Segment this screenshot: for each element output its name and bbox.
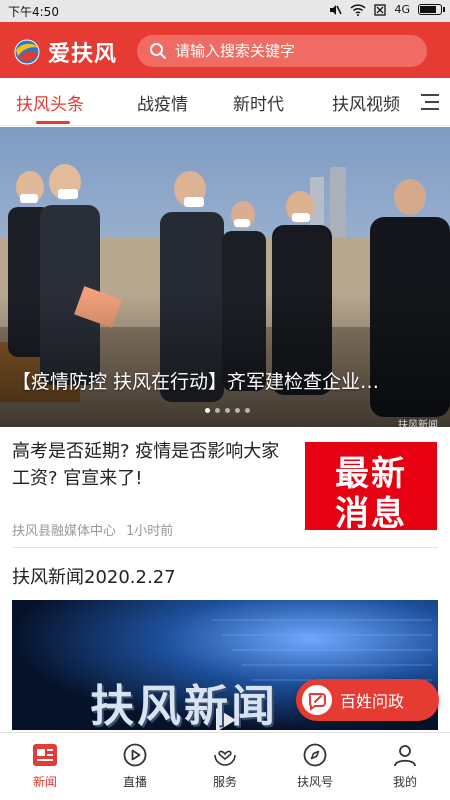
- menu-icon[interactable]: [410, 78, 450, 125]
- carousel-dots: [205, 408, 250, 413]
- app-logo[interactable]: 爱扶风: [12, 36, 117, 68]
- news-source: 扶风县融媒体中心: [12, 524, 117, 539]
- banner-watermark: 扶风新闻: [398, 420, 438, 427]
- nav-label: 我的: [392, 775, 417, 789]
- category-tabs: 扶风头条 战疫情 新时代 扶风视频: [0, 78, 450, 126]
- status-bar: 下午4:50 4G: [0, 0, 450, 22]
- carousel-dot[interactable]: [225, 408, 230, 413]
- nav-label: 扶风号: [296, 775, 333, 789]
- app-header: 爱扶风: [0, 22, 450, 78]
- thumb-text-line-2: 消息: [335, 494, 407, 534]
- status-icons: 4G: [328, 3, 445, 16]
- citizen-inquiry-button[interactable]: 百姓问政: [296, 679, 439, 721]
- edit-bubble-icon: [302, 685, 332, 715]
- person-icon: [394, 745, 416, 767]
- mute-icon: [330, 4, 343, 15]
- tab-fight-epidemic[interactable]: 战疫情: [137, 90, 188, 115]
- banner-caption: 【疫情防控 扶风在行动】齐军建检查企业…: [12, 371, 380, 393]
- network-type: 4G: [394, 3, 410, 16]
- tab-fufeng-headlines[interactable]: 扶风头条: [16, 90, 84, 115]
- news-time: 1小时前: [126, 524, 174, 539]
- news-icon: [33, 744, 57, 766]
- fab-label: 百姓问政: [340, 692, 405, 711]
- battery-icon: [418, 4, 445, 15]
- status-time: 下午4:50: [8, 5, 59, 19]
- news-meta: 扶风县融媒体中心 1小时前: [12, 520, 173, 539]
- tab-new-era[interactable]: 新时代: [233, 90, 284, 115]
- app-name: 爱扶风: [48, 41, 118, 67]
- nav-label: 直播: [122, 775, 147, 789]
- nav-news[interactable]: 新闻: [10, 743, 80, 790]
- carousel-dot[interactable]: [215, 408, 220, 413]
- carousel-dot[interactable]: [245, 408, 250, 413]
- carousel-dot[interactable]: [235, 408, 240, 413]
- search-bar[interactable]: [137, 35, 427, 67]
- nav-services[interactable]: 服务: [190, 743, 260, 790]
- wifi-icon: [350, 3, 366, 16]
- sim-blocked-icon: [374, 3, 387, 16]
- banner-carousel[interactable]: 【疫情防控 扶风在行动】齐军建检查企业… 扶风新闻: [0, 127, 450, 427]
- video-title-art: 扶风新闻: [90, 681, 278, 730]
- play-circle-icon: [123, 743, 147, 767]
- news-title: 高考是否延期? 疫情是否影响大家工资? 官宣来了!: [12, 441, 280, 489]
- tab-fufeng-video[interactable]: 扶风视频: [332, 90, 400, 115]
- nav-mine[interactable]: 我的: [370, 743, 440, 790]
- carousel-dot[interactable]: [205, 408, 210, 413]
- nav-fufeng-account[interactable]: 扶风号: [280, 743, 350, 790]
- news-title[interactable]: 扶风新闻2020.2.27: [12, 563, 176, 589]
- heart-hands-icon: [214, 750, 236, 766]
- nav-live[interactable]: 直播: [100, 743, 170, 790]
- globe-logo-icon: [12, 38, 42, 66]
- bottom-navigation: 新闻 直播 服务 扶风号 我的: [0, 732, 450, 800]
- nav-label: 新闻: [32, 775, 57, 789]
- search-icon: [150, 43, 166, 59]
- compass-icon: [303, 743, 327, 767]
- active-tab-indicator: [36, 121, 70, 124]
- news-thumbnail: 最新 消息: [305, 442, 437, 534]
- nav-label: 服务: [212, 775, 237, 789]
- search-input[interactable]: [175, 42, 415, 60]
- news-item[interactable]: 高考是否延期? 疫情是否影响大家工资? 官宣来了! 扶风县融媒体中心 1小时前 最…: [12, 438, 438, 548]
